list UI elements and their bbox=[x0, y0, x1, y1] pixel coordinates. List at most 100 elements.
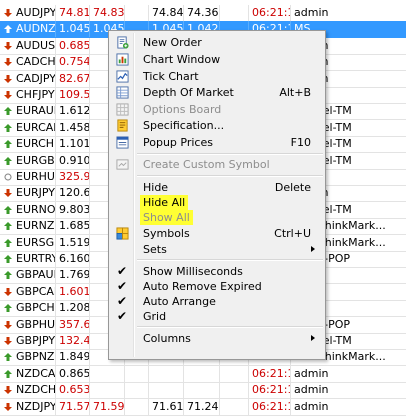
menu-item-show-all[interactable]: Show All bbox=[111, 209, 323, 226]
empty-cell bbox=[220, 398, 249, 415]
high-cell bbox=[149, 365, 184, 382]
menu-item-specification[interactable]: Specification... bbox=[111, 117, 323, 134]
checkmark-icon: ✔ bbox=[117, 264, 128, 278]
arrow-up-icon bbox=[4, 353, 12, 362]
depth-of-market-icon bbox=[116, 86, 129, 99]
arrow-up-icon bbox=[4, 156, 12, 165]
arrow-up-icon bbox=[4, 304, 12, 313]
menu-item-symbols[interactable]: Symbols Ctrl+U bbox=[111, 225, 323, 242]
arrow-up-icon bbox=[4, 222, 12, 231]
ask-cell bbox=[90, 382, 125, 399]
bid-cell: 1.769... bbox=[56, 267, 90, 284]
bid-cell: 1.458... bbox=[56, 119, 90, 136]
bid-cell: 0.685... bbox=[56, 37, 90, 54]
low-cell bbox=[184, 382, 220, 399]
menu-item-label-wrap: Show All bbox=[140, 209, 193, 226]
bid-cell: 1.519... bbox=[56, 234, 90, 251]
arrow-up-icon bbox=[4, 123, 12, 132]
menu-item-new-order[interactable]: New Order bbox=[111, 34, 323, 51]
menu-item-chart-window[interactable]: Chart Window bbox=[111, 51, 323, 68]
menu-item-popup-prices[interactable]: Popup Prices F10 bbox=[111, 134, 323, 151]
popup-prices-icon bbox=[116, 136, 129, 149]
arrow-down-icon bbox=[4, 91, 12, 99]
bid-cell: 0.653... bbox=[56, 382, 90, 399]
specification-icon bbox=[117, 119, 128, 132]
menu-item-label: New Order bbox=[143, 36, 202, 49]
bid-cell: 325.9... bbox=[56, 169, 90, 185]
bid-cell: 6.160... bbox=[56, 251, 90, 267]
table-row[interactable]: NZDCHF0.653...06:21:1...admin bbox=[0, 382, 406, 400]
arrow-down-icon bbox=[4, 189, 12, 198]
bid-cell: 1.208... bbox=[56, 300, 90, 317]
menu-item-shortcut: Ctrl+U bbox=[274, 227, 311, 240]
menu-item-label: Columns bbox=[143, 332, 191, 345]
empty-cell bbox=[220, 382, 249, 399]
tick-chart-icon bbox=[116, 70, 129, 83]
checkmark-icon: ✔ bbox=[117, 309, 128, 323]
low-cell bbox=[184, 365, 220, 382]
high-cell bbox=[149, 382, 184, 399]
bid-cell: 1.685... bbox=[56, 218, 90, 235]
arrow-up-icon bbox=[4, 238, 12, 247]
menu-separator bbox=[137, 326, 323, 328]
menu-item-grid[interactable]: ✔ Grid bbox=[111, 308, 323, 325]
menu-item-label: Sets bbox=[143, 243, 167, 256]
server-cell: admin bbox=[294, 383, 329, 397]
submenu-arrow-icon bbox=[311, 335, 315, 341]
server-cell: admin bbox=[294, 366, 329, 380]
arrow-up-icon bbox=[4, 369, 12, 378]
empty-cell bbox=[125, 382, 149, 399]
chart-window-icon bbox=[116, 53, 129, 66]
menu-item-create-custom-symbol[interactable]: Create Custom Symbol bbox=[111, 156, 323, 173]
arrow-down-icon bbox=[4, 74, 12, 83]
bid-cell: 1.849... bbox=[56, 349, 90, 366]
time-cell: 06:21:1... bbox=[249, 365, 291, 382]
arrow-down-icon bbox=[4, 320, 12, 329]
empty-cell bbox=[125, 398, 149, 415]
table-row[interactable]: NZDJPY71.57971.59771.61871.24606:21:1...… bbox=[0, 398, 406, 416]
bid-cell: 1.612... bbox=[56, 103, 90, 120]
menu-item-label: Tick Chart bbox=[143, 70, 199, 83]
arrow-down-icon bbox=[4, 402, 12, 411]
menu-item-tick-chart[interactable]: Tick Chart bbox=[111, 68, 323, 85]
bid-cell: 109.5... bbox=[56, 87, 90, 103]
menu-item-options-board[interactable]: Options Board bbox=[111, 101, 323, 118]
arrow-down-icon bbox=[4, 337, 12, 345]
bid-cell: 0.865... bbox=[56, 365, 90, 382]
bid-cell: 132.4... bbox=[56, 333, 90, 349]
menu-separator bbox=[137, 259, 323, 261]
menu-item-label: Grid bbox=[143, 310, 167, 323]
bid-cell: 120.6... bbox=[56, 185, 90, 202]
low-cell: 74.365 bbox=[184, 5, 220, 21]
arrow-down-icon bbox=[4, 386, 12, 395]
low-cell: 71.246 bbox=[184, 398, 220, 415]
checkmark-icon: ✔ bbox=[117, 294, 128, 308]
table-row[interactable]: AUDJPY74.81374.83074.84874.36506:21:1...… bbox=[0, 5, 406, 22]
empty-cell bbox=[125, 5, 149, 21]
neutral-dot-icon bbox=[4, 173, 12, 181]
submenu-arrow-icon bbox=[311, 246, 315, 252]
time-cell: 06:21:1... bbox=[249, 382, 291, 399]
arrow-up-icon bbox=[4, 255, 12, 263]
high-cell: 71.618 bbox=[149, 398, 184, 415]
menu-item-label: Options Board bbox=[143, 103, 222, 116]
menu-item-label: Popup Prices bbox=[143, 136, 213, 149]
arrow-down-icon bbox=[4, 41, 12, 50]
bid-cell: 71.579 bbox=[56, 398, 90, 415]
menu-item-sets[interactable]: Sets bbox=[111, 241, 323, 258]
table-row[interactable]: NZDCAD0.865...06:21:1...admin bbox=[0, 365, 406, 383]
bid-cell: 357.6... bbox=[56, 316, 90, 333]
menu-item-label: Show All bbox=[140, 210, 193, 225]
menu-item-depth-of-market[interactable]: Depth Of Market Alt+B bbox=[111, 84, 323, 101]
bid-cell: 0.754... bbox=[56, 54, 90, 71]
bid-cell: 1.101... bbox=[56, 136, 90, 153]
bid-cell: 82.676 bbox=[56, 70, 90, 87]
time-cell: 06:21:1... bbox=[249, 5, 291, 21]
ask-cell: 74.830 bbox=[90, 5, 125, 21]
bid-cell: 1.601... bbox=[56, 283, 90, 300]
menu-separator bbox=[137, 175, 323, 177]
menu-item-label: Hide All bbox=[140, 195, 189, 210]
menu-item-columns[interactable]: Columns bbox=[111, 330, 323, 347]
new-order-icon bbox=[117, 36, 129, 49]
context-menu: New Order Chart Window Tick Chart Depth … bbox=[108, 30, 326, 360]
